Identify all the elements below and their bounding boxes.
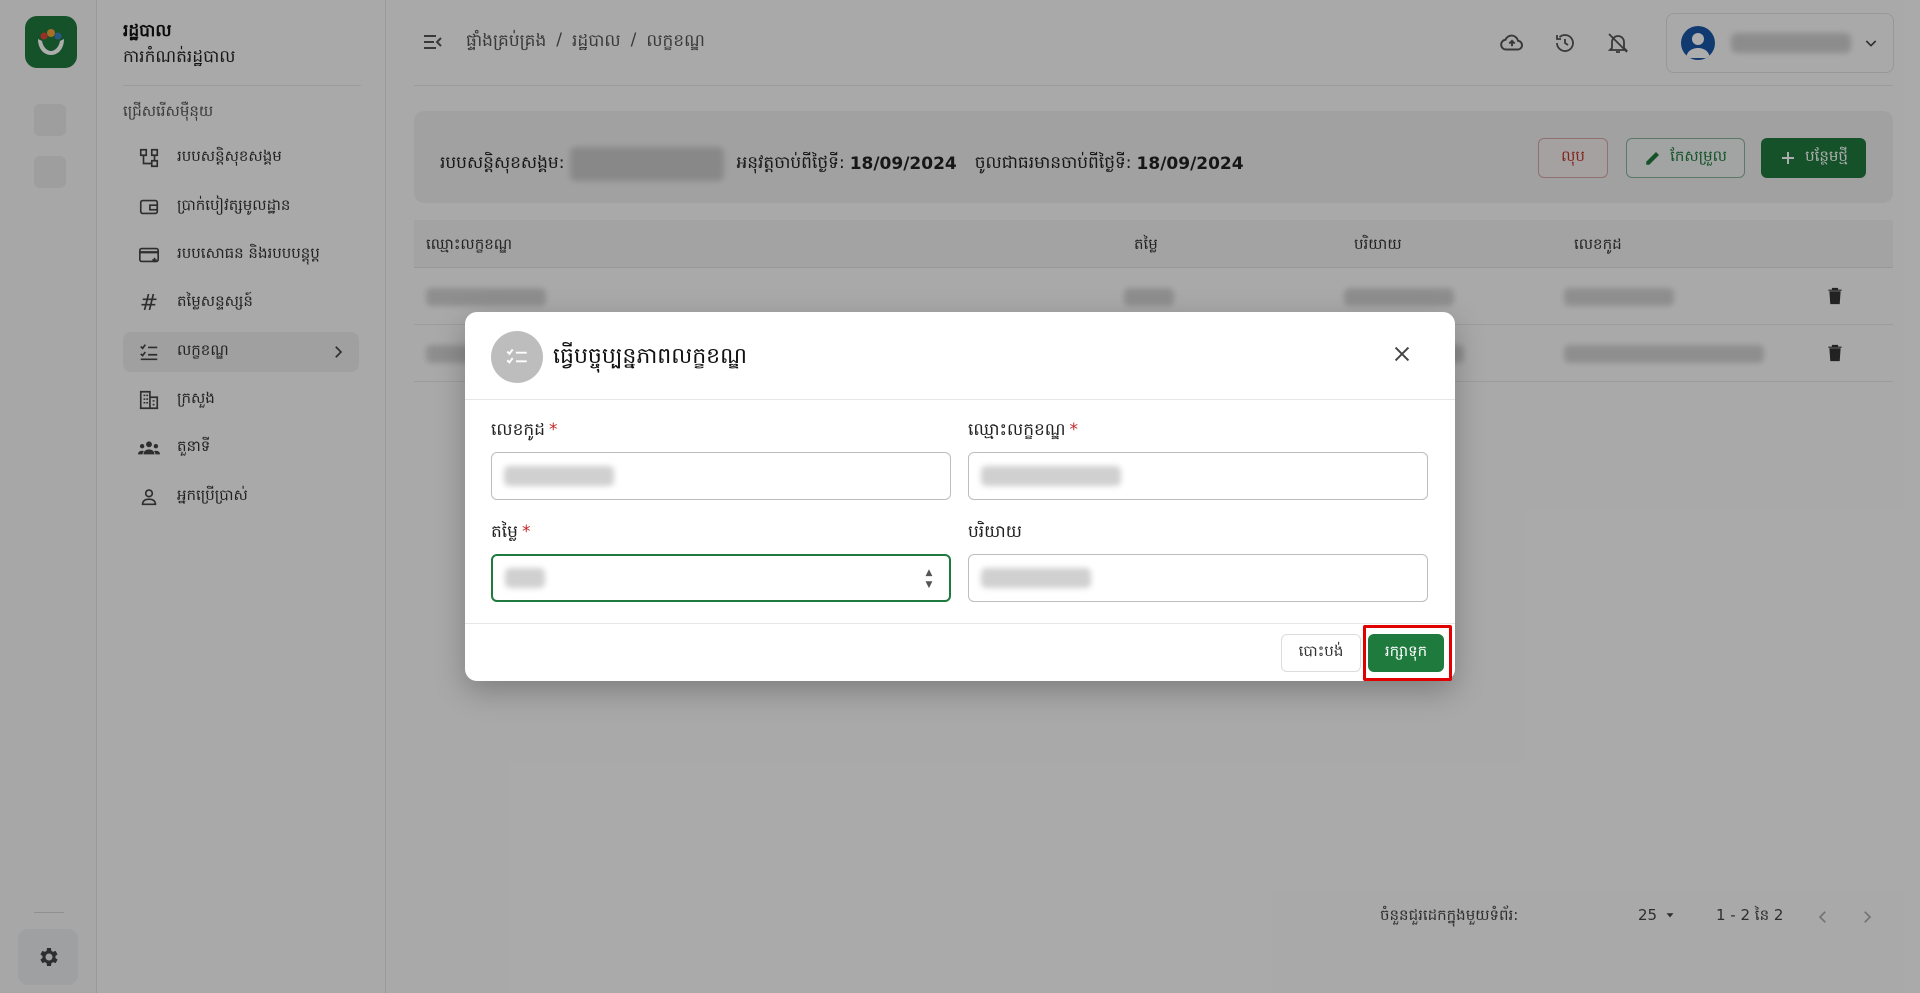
description-field[interactable] bbox=[968, 554, 1428, 602]
required-mark: * bbox=[521, 522, 531, 542]
name-field[interactable] bbox=[968, 452, 1428, 500]
field-value-redacted bbox=[505, 568, 545, 588]
code-label: លេខកូដ * bbox=[491, 419, 557, 444]
cancel-button[interactable]: បោះបង់ bbox=[1281, 634, 1361, 672]
required-mark: * bbox=[548, 420, 558, 440]
value-label-text: តម្លៃ bbox=[491, 522, 518, 542]
save-button[interactable]: រក្សាទុក bbox=[1368, 634, 1444, 672]
required-mark: * bbox=[1069, 420, 1079, 440]
code-label-text: លេខកូដ bbox=[491, 420, 545, 440]
field-value-redacted bbox=[981, 568, 1091, 588]
dialog-header: ធ្វើបច្ចុប្បន្នភាពលក្ខខណ្ឌ bbox=[465, 312, 1455, 400]
name-label: ឈ្មោះលក្ខខណ្ឌ * bbox=[968, 419, 1078, 444]
divider bbox=[465, 623, 1455, 624]
update-condition-dialog: ធ្វើបច្ចុប្បន្នភាពលក្ខខណ្ឌ លេខកូដ * ឈ្មោះ… bbox=[465, 312, 1455, 681]
code-field[interactable] bbox=[491, 452, 951, 500]
dialog-title: ធ្វើបច្ចុប្បន្នភាពលក្ខខណ្ឌ bbox=[553, 344, 748, 369]
close-icon[interactable] bbox=[1391, 343, 1417, 369]
description-label: បរិយាយ bbox=[968, 522, 1022, 542]
value-label: តម្លៃ * bbox=[491, 521, 530, 546]
stepper-down-icon[interactable]: ▼ bbox=[926, 580, 933, 590]
field-value-redacted bbox=[981, 466, 1121, 486]
stepper-up-icon[interactable]: ▲ bbox=[926, 568, 933, 578]
number-stepper[interactable]: ▲ ▼ bbox=[923, 568, 935, 590]
checklist-icon bbox=[491, 331, 543, 383]
field-value-redacted bbox=[504, 466, 614, 486]
value-field[interactable]: ▲ ▼ bbox=[491, 554, 951, 602]
name-label-text: ឈ្មោះលក្ខខណ្ឌ bbox=[968, 420, 1066, 440]
